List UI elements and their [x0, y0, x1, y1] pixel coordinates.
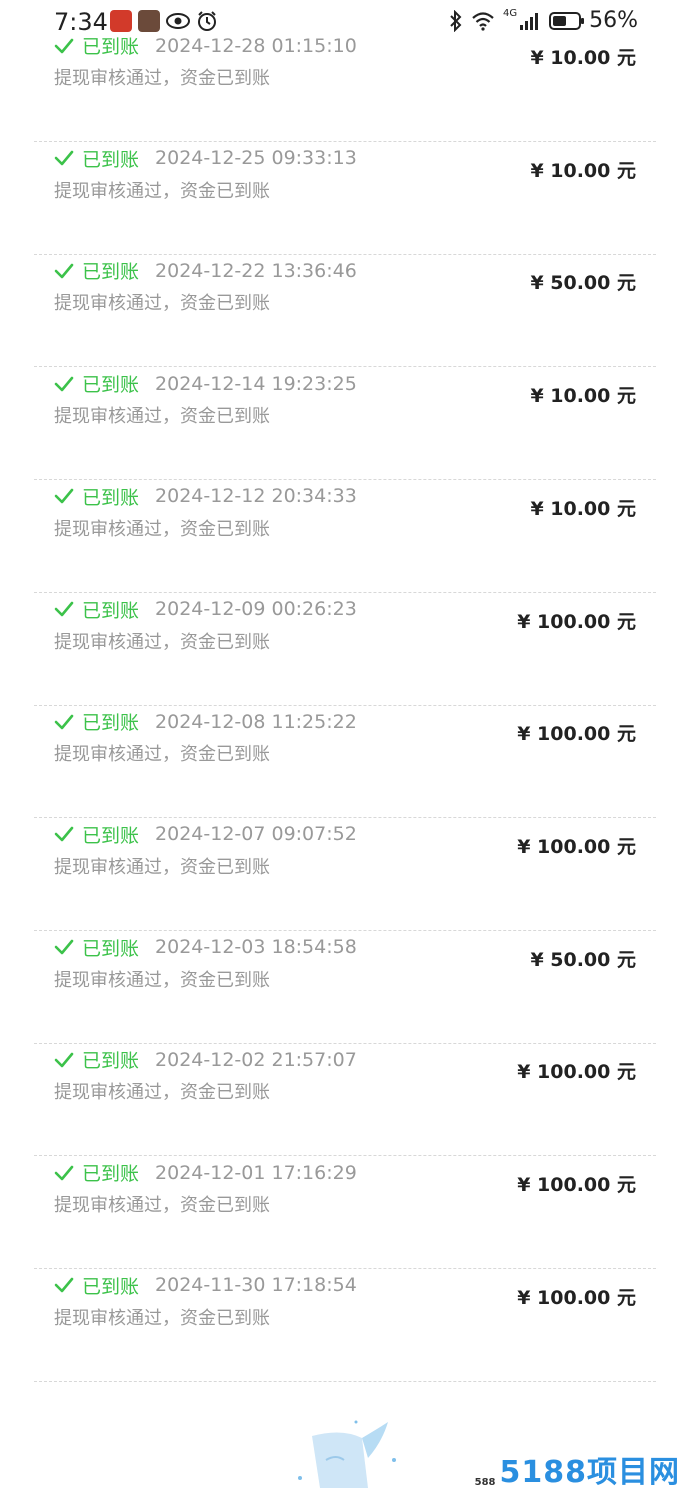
record-status: 已到账: [82, 934, 139, 961]
app-notification-icon: [110, 10, 132, 32]
record-header: 已到账 2024-11-30 17:18:54: [54, 1272, 357, 1299]
status-bar: 7:34 4G: [0, 0, 690, 42]
bluetooth-icon: [449, 10, 463, 32]
status-indicators: 4G 56%: [449, 8, 638, 33]
record-status: 已到账: [82, 1159, 139, 1186]
record-row[interactable]: 已到账 2024-12-22 13:36:46 提现审核通过，资金已到账 ¥ 50.0…: [34, 255, 656, 367]
check-icon: [54, 824, 74, 844]
record-datetime: 2024-12-03 18:54:58: [155, 936, 357, 958]
record-status: 已到账: [82, 596, 139, 623]
check-icon: [54, 712, 74, 732]
record-row[interactable]: 已到账 2024-12-08 11:25:22 提现审核通过，资金已到账 ¥ 100.…: [34, 706, 656, 818]
battery-level: [553, 16, 566, 26]
record-header: 已到账 2024-12-07 09:07:52: [54, 821, 357, 848]
check-icon: [54, 148, 74, 168]
record-row[interactable]: 已到账 2024-12-12 20:34:33 提现审核通过，资金已到账 ¥ 10.0…: [34, 481, 656, 593]
record-header: 已到账 2024-12-02 21:57:07: [54, 1046, 357, 1073]
record-header: 已到账 2024-12-03 18:54:58: [54, 934, 357, 961]
record-status: 已到账: [82, 257, 139, 284]
record-row[interactable]: 已到账 2024-12-07 09:07:52 提现审核通过，资金已到账 ¥ 100.…: [34, 819, 656, 931]
record-description: 提现审核通过，资金已到账: [54, 628, 270, 654]
record-description: 提现审核通过，资金已到账: [54, 289, 270, 315]
record-datetime: 2024-12-08 11:25:22: [155, 711, 357, 733]
record-row[interactable]: 已到账 2024-12-02 21:57:07 提现审核通过，资金已到账 ¥ 100.…: [34, 1044, 656, 1156]
record-description: 提现审核通过，资金已到账: [54, 402, 270, 428]
check-icon: [54, 261, 74, 281]
record-row[interactable]: 已到账 2024-11-30 17:18:54 提现审核通过，资金已到账 ¥ 100.…: [34, 1270, 656, 1382]
record-header: 已到账 2024-12-01 17:16:29: [54, 1159, 357, 1186]
eye-icon: [166, 12, 190, 30]
check-icon: [54, 599, 74, 619]
record-amount: ¥ 10.00 元: [530, 43, 636, 70]
record-amount: ¥ 10.00 元: [530, 156, 636, 183]
record-row[interactable]: 已到账 2024-12-25 09:33:13 提现审核通过，资金已到账 ¥ 10.0…: [34, 143, 656, 255]
record-description: 提现审核通过，资金已到账: [54, 1304, 270, 1330]
record-status: 已到账: [82, 1272, 139, 1299]
record-header: 已到账 2024-12-09 00:26:23: [54, 596, 357, 623]
record-status: 已到账: [82, 821, 139, 848]
notification-icons: [110, 10, 218, 32]
record-status: 已到账: [82, 483, 139, 510]
record-row[interactable]: 已到账 2024-12-01 17:16:29 提现审核通过，资金已到账 ¥ 100.…: [34, 1157, 656, 1269]
record-amount: ¥ 100.00 元: [517, 719, 636, 746]
status-time: 7:34: [54, 8, 108, 36]
record-status: 已到账: [82, 1046, 139, 1073]
signal-icon: [519, 11, 541, 31]
watermark: 588 5188项目网: [475, 1458, 680, 1488]
network-type-label: 4G: [503, 8, 517, 19]
record-header: 已到账 2024-12-14 19:23:25: [54, 370, 357, 397]
record-description: 提现审核通过，资金已到账: [54, 1191, 270, 1217]
record-status: 已到账: [82, 145, 139, 172]
record-amount: ¥ 50.00 元: [530, 945, 636, 972]
record-status: 已到账: [82, 708, 139, 735]
battery-icon: [549, 12, 581, 30]
battery-percent: 56%: [589, 8, 638, 33]
record-description: 提现审核通过，资金已到账: [54, 853, 270, 879]
record-datetime: 2024-11-30 17:18:54: [155, 1274, 357, 1296]
check-icon: [54, 486, 74, 506]
record-amount: ¥ 100.00 元: [517, 1170, 636, 1197]
check-icon: [54, 374, 74, 394]
record-description: 提现审核通过，资金已到账: [54, 515, 270, 541]
record-amount: ¥ 50.00 元: [530, 268, 636, 295]
record-row[interactable]: 已到账 2024-12-09 00:26:23 提现审核通过，资金已到账 ¥ 100.…: [34, 594, 656, 706]
record-datetime: 2024-12-25 09:33:13: [155, 147, 357, 169]
record-row[interactable]: 已到账 2024-12-03 18:54:58 提现审核通过，资金已到账 ¥ 50.0…: [34, 932, 656, 1044]
record-row[interactable]: 已到账2024-12-28 01:15:10提现审核通过，资金已到账¥ 10.0…: [34, 30, 656, 142]
check-icon: [54, 1275, 74, 1295]
record-description: 提现审核通过，资金已到账: [54, 966, 270, 992]
record-description: 提现审核通过，资金已到账: [54, 177, 270, 203]
record-amount: ¥ 100.00 元: [517, 832, 636, 859]
record-header: 已到账 2024-12-22 13:36:46: [54, 257, 357, 284]
record-datetime: 2024-12-14 19:23:25: [155, 373, 357, 395]
record-datetime: 2024-12-12 20:34:33: [155, 485, 357, 507]
app-notification-icon: [138, 10, 160, 32]
record-amount: ¥ 100.00 元: [517, 1283, 636, 1310]
record-datetime: 2024-12-01 17:16:29: [155, 1162, 357, 1184]
record-datetime: 2024-12-09 00:26:23: [155, 598, 357, 620]
record-description: 提现审核通过，资金已到账: [54, 64, 270, 90]
watermark-small-text: 588: [475, 1477, 496, 1488]
record-amount: ¥ 100.00 元: [517, 1057, 636, 1084]
record-header: 已到账 2024-12-12 20:34:33: [54, 483, 357, 510]
record-datetime: 2024-12-07 09:07:52: [155, 823, 357, 845]
alarm-icon: [196, 10, 218, 32]
record-description: 提现审核通过，资金已到账: [54, 1078, 270, 1104]
record-datetime: 2024-12-22 13:36:46: [155, 260, 357, 282]
watermark-logo-text: 5188项目网: [500, 1458, 681, 1488]
check-icon: [54, 937, 74, 957]
record-status: 已到账: [82, 370, 139, 397]
empty-state-illustration: [290, 1420, 400, 1488]
check-icon: [54, 1050, 74, 1070]
wifi-icon: [471, 11, 495, 31]
record-amount: ¥ 10.00 元: [530, 494, 636, 521]
record-header: 已到账 2024-12-25 09:33:13: [54, 145, 357, 172]
record-description: 提现审核通过，资金已到账: [54, 740, 270, 766]
record-header: 已到账 2024-12-08 11:25:22: [54, 708, 357, 735]
record-amount: ¥ 100.00 元: [517, 607, 636, 634]
record-row[interactable]: 已到账 2024-12-14 19:23:25 提现审核通过，资金已到账 ¥ 10.0…: [34, 368, 656, 480]
check-icon: [54, 1163, 74, 1183]
record-datetime: 2024-12-02 21:57:07: [155, 1049, 357, 1071]
record-amount: ¥ 10.00 元: [530, 381, 636, 408]
